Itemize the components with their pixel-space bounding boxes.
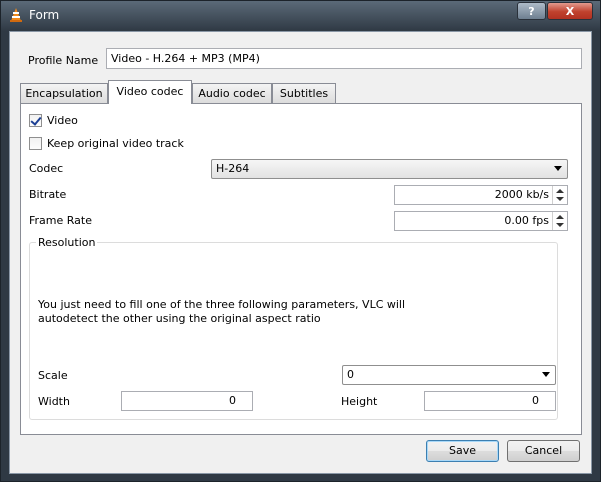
keep-original-checkbox[interactable]	[29, 137, 42, 150]
spin-up-icon[interactable]	[556, 215, 564, 219]
chevron-down-icon	[554, 166, 562, 171]
keep-original-label: Keep original video track	[47, 137, 184, 150]
title-bar[interactable]: Form ? X	[1, 1, 600, 29]
bitrate-label: Bitrate	[29, 188, 67, 201]
video-codec-panel: Video Keep original video track Codec H-…	[20, 103, 582, 435]
codec-select[interactable]: H-264	[211, 159, 568, 179]
bitrate-stepper[interactable]	[552, 186, 567, 204]
codec-label: Codec	[29, 162, 64, 175]
width-label: Width	[38, 395, 70, 408]
tab-audio-codec[interactable]: Audio codec	[192, 83, 272, 103]
profile-name-label: Profile Name	[28, 54, 99, 67]
spin-up-icon[interactable]	[556, 189, 564, 193]
tab-subtitles[interactable]: Subtitles	[272, 83, 336, 103]
resolution-title: Resolution	[36, 236, 98, 249]
scale-value: 0	[347, 368, 354, 381]
keep-original-row[interactable]: Keep original video track	[29, 137, 184, 150]
scale-label: Scale	[38, 369, 68, 382]
video-checkbox-label: Video	[47, 114, 78, 127]
bitrate-spinbox[interactable]: 2000 kb/s	[394, 185, 568, 205]
tab-encapsulation[interactable]: Encapsulation	[20, 83, 108, 103]
chevron-down-icon	[542, 372, 550, 377]
frame-rate-stepper[interactable]	[552, 212, 567, 230]
video-checkbox-row[interactable]: Video	[29, 114, 78, 127]
height-input[interactable]: 0	[424, 391, 556, 411]
spin-down-icon[interactable]	[556, 223, 564, 227]
dialog-body: Profile Name Video - H.264 + MP3 (MP4) E…	[9, 31, 592, 474]
height-label: Height	[341, 395, 378, 408]
spin-down-icon[interactable]	[556, 197, 564, 201]
scale-select[interactable]: 0	[342, 365, 556, 385]
help-button[interactable]: ?	[517, 2, 546, 20]
frame-rate-value: 0.00 fps	[504, 214, 549, 227]
bitrate-value: 2000 kb/s	[494, 188, 549, 201]
resolution-hint: You just need to fill one of the three f…	[38, 298, 406, 325]
video-checkbox[interactable]	[29, 114, 42, 127]
vlc-cone-icon	[10, 8, 22, 22]
frame-rate-label: Frame Rate	[29, 214, 92, 227]
window-title: Form	[29, 8, 60, 22]
codec-value: H-264	[216, 162, 250, 175]
cancel-button[interactable]: Cancel	[507, 440, 580, 462]
width-input[interactable]: 0	[121, 391, 253, 411]
save-button[interactable]: Save	[426, 440, 499, 462]
frame-rate-spinbox[interactable]: 0.00 fps	[394, 211, 568, 231]
profile-name-input[interactable]: Video - H.264 + MP3 (MP4)	[106, 48, 582, 69]
form-window: Form ? X Profile Name Video - H.264 + MP…	[0, 0, 601, 482]
close-button[interactable]: X	[547, 2, 593, 20]
tab-video-codec[interactable]: Video codec	[108, 80, 192, 104]
resolution-group: Resolution You just need to fill one of …	[29, 236, 558, 420]
